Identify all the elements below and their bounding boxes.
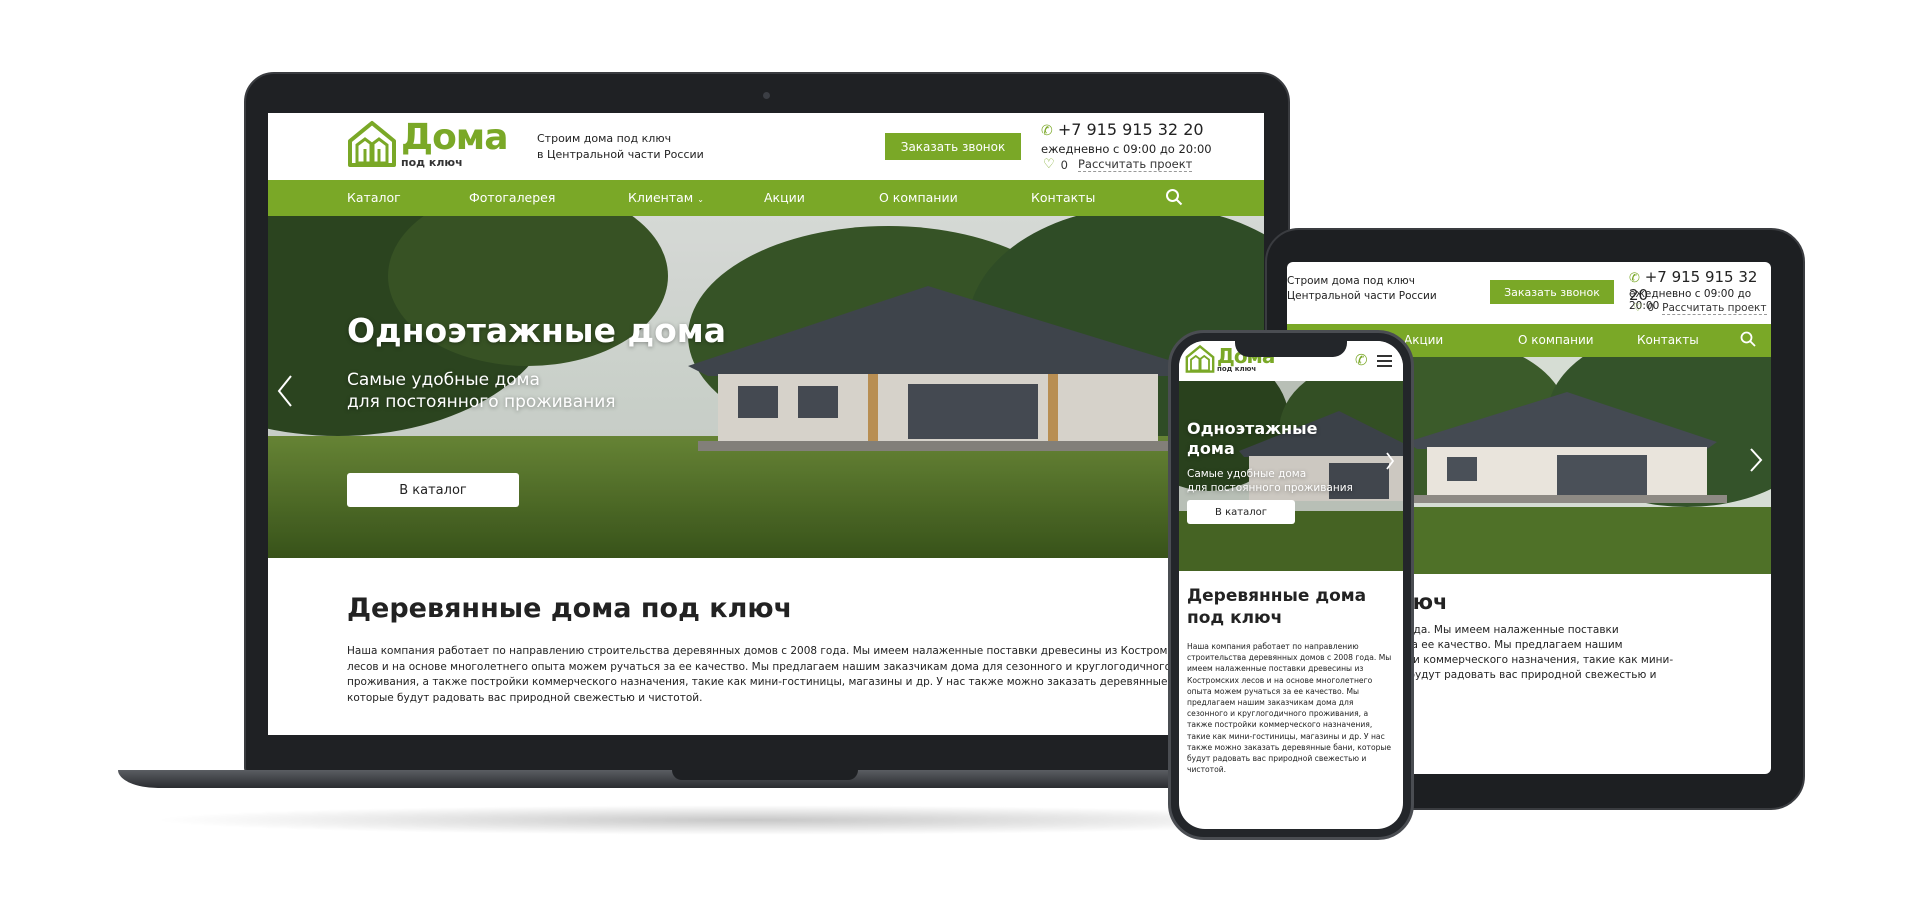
nav-item-promotions[interactable]: Акции <box>764 190 805 205</box>
hero-subtitle: Самые удобные дома для постоянного прожи… <box>347 369 616 413</box>
hamburger-menu-icon[interactable] <box>1377 355 1392 367</box>
phone-icon: ✆ <box>1041 123 1053 139</box>
nav-item-catalog[interactable]: Каталог <box>347 190 401 205</box>
call-request-button[interactable]: Заказать звонок <box>885 133 1021 160</box>
phone-about-section: Деревянные дома под ключ Наша компания р… <box>1187 585 1397 775</box>
about-text-line: будут радовать вас природной свежестью и <box>1187 754 1367 764</box>
wishlist-count: 0 <box>1060 157 1068 172</box>
phone-about-title-line-1: Деревянные дома <box>1187 586 1367 606</box>
working-hours: ежедневно с 09:00 до 20:00 <box>1041 142 1212 156</box>
catalog-button[interactable]: В каталог <box>347 473 519 507</box>
about-text: Наша компания работает по направлению ст… <box>347 644 1207 706</box>
tablet-nav-item-promotions[interactable]: Акции <box>1404 333 1443 347</box>
house-logo-icon <box>348 121 396 167</box>
hero-subtitle-line-2: для постоянного проживания <box>347 392 616 412</box>
site-tagline: Строим дома под ключ в Центральной части… <box>537 131 704 163</box>
site-header: Дома под ключ Строим дома под ключ в Цен… <box>268 113 1264 180</box>
phone-hero-title-line-1: Одноэтажные <box>1187 419 1318 438</box>
heart-icon[interactable]: ♡ <box>1043 157 1055 172</box>
phone-about-text: Наша компания работает по направлению ст… <box>1187 641 1397 775</box>
about-title: Деревянные дома под ключ <box>347 593 793 624</box>
tablet-tagline-line-2: Центральной части России <box>1287 290 1437 302</box>
about-text-line: предлагаем нашим заказчикам дома для <box>1187 698 1354 708</box>
phone-about-title: Деревянные дома под ключ <box>1187 585 1397 629</box>
tagline-line-2: в Центральной части России <box>537 148 704 161</box>
tagline-line-1: Строим дома под ключ <box>537 132 672 145</box>
main-nav: Каталог Фотогалерея Клиентам ⌄ Акции О к… <box>268 180 1264 216</box>
about-text-line: опыта можем ручаться за ее качество. Мы <box>1187 686 1359 696</box>
about-text-line: строительства деревянных домов с 2008 го… <box>1187 653 1392 663</box>
house-logo-icon <box>1185 344 1215 373</box>
tablet-wishlist-count: 0 <box>1647 302 1655 314</box>
phone-screen: Дома под ключ ✆ <box>1179 341 1403 829</box>
about-text-line: также постройки коммерческого назначения… <box>1187 720 1373 730</box>
phone-catalog-button[interactable]: В каталог <box>1187 500 1295 524</box>
about-text-line: Наша компания работает по направлению ст… <box>347 645 1193 657</box>
device-mockup-stage: Дома под ключ Строим дома под ключ в Цен… <box>0 0 1920 911</box>
phone-notch <box>1235 337 1347 357</box>
about-text-line: проживания, а также постройки коммерческ… <box>347 676 1201 688</box>
arrow-left-icon[interactable] <box>276 374 294 408</box>
tablet-nav-item-contacts[interactable]: Контакты <box>1637 333 1699 347</box>
phone-icon[interactable]: ✆ <box>1355 351 1368 369</box>
site-logo[interactable]: Дома под ключ <box>347 117 509 169</box>
tablet-header-actions: ♡ 0 Рассчитать проект <box>1633 302 1767 315</box>
about-section: Деревянные дома под ключ Наша компания р… <box>347 593 1207 706</box>
arrow-right-icon[interactable] <box>1749 447 1763 473</box>
laptop-notch <box>672 770 858 780</box>
tablet-tagline: Строим дома под ключ Центральной части Р… <box>1287 274 1437 304</box>
heart-icon[interactable]: ♡ <box>1633 302 1642 315</box>
header-actions: ♡ 0 Рассчитать проект <box>1043 157 1193 172</box>
arrow-right-icon[interactable] <box>1385 451 1395 471</box>
about-text-line: чистотой. <box>1187 765 1227 775</box>
nav-item-about[interactable]: О компании <box>879 190 958 205</box>
logo-sub: под ключ <box>401 156 463 169</box>
about-text-line: такие как мини-гостиницы, магазины и др.… <box>1187 731 1385 741</box>
search-icon[interactable] <box>1165 188 1183 206</box>
about-text-line: лесов и на основе многолетнего опыта мож… <box>347 660 1172 673</box>
nav-item-contacts[interactable]: Контакты <box>1031 190 1095 205</box>
hero-subtitle-line-1: Самые удобные дома <box>347 370 540 390</box>
tablet-tagline-line-1: Строим дома под ключ <box>1287 275 1415 287</box>
tablet-site-header: Строим дома под ключ Центральной части Р… <box>1287 262 1771 324</box>
phone-hero-subtitle: Самые удобные дома для постоянного прожи… <box>1187 467 1353 495</box>
phone-about-title-line-2: под ключ <box>1187 608 1283 628</box>
about-text-line: которые будут радовать вас природной све… <box>347 691 703 704</box>
chevron-down-icon: ⌄ <box>697 195 704 204</box>
tablet-call-request-button[interactable]: Заказать звонок <box>1490 280 1614 304</box>
hero-title: Одноэтажные дома <box>347 311 727 350</box>
phone-hero-subtitle-line-1: Самые удобные дома <box>1187 468 1307 480</box>
nav-item-clients[interactable]: Клиентам ⌄ <box>628 190 704 205</box>
phone-hero-subtitle-line-2: для постоянного проживания <box>1187 482 1353 494</box>
hero-slider: Одноэтажные дома Самые удобные дома для … <box>268 216 1264 558</box>
phone-hero-slider: Одноэтажные дома Самые удобные дома для … <box>1179 381 1403 571</box>
tablet-calculate-project-link[interactable]: Рассчитать проект <box>1662 302 1767 315</box>
header-phone[interactable]: ✆ +7 915 915 32 20 <box>1041 120 1204 139</box>
phone-hero-title-line-2: дома <box>1187 439 1235 458</box>
about-text-line: также можно заказать деревянные бани, ко… <box>1187 742 1392 752</box>
logo-word: Дома <box>401 117 509 158</box>
laptop-camera <box>763 92 770 99</box>
phone-hero-title: Одноэтажные дома <box>1187 419 1317 459</box>
search-icon[interactable] <box>1740 331 1756 347</box>
laptop-screen: Дома под ключ Строим дома под ключ в Цен… <box>268 113 1264 735</box>
phone-icon: ✆ <box>1629 271 1640 286</box>
nav-item-gallery[interactable]: Фотогалерея <box>469 190 555 205</box>
nav-item-clients-label: Клиентам <box>628 190 694 205</box>
tablet-nav-item-about[interactable]: О компании <box>1518 333 1594 347</box>
about-text-line: сезонного и круглогодичного проживания, … <box>1187 709 1369 719</box>
tablet-about-title: ключ <box>1383 590 1448 614</box>
calculate-project-link[interactable]: Рассчитать проект <box>1077 157 1193 172</box>
phone-number: +7 915 915 32 20 <box>1057 120 1204 139</box>
about-text-line: Наша компания работает по направлению <box>1187 642 1359 651</box>
about-text-line: Костромских лесов и на основе многолетне… <box>1187 675 1373 685</box>
about-text-line: имеем налаженные поставки древесины из <box>1187 664 1364 674</box>
